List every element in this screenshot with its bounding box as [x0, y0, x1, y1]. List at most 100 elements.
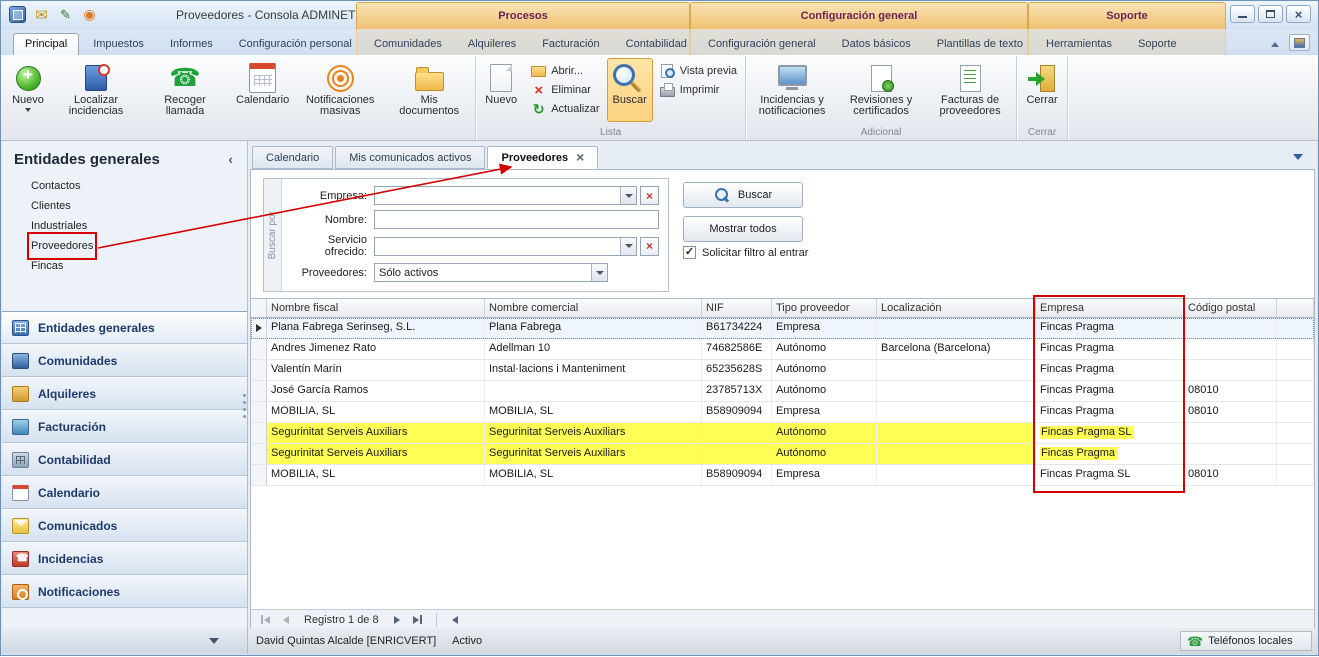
ribbon-tab-impuestos[interactable]: Impuestos — [81, 33, 156, 55]
restore-button[interactable] — [1258, 5, 1283, 23]
nuevo-button[interactable]: Nuevo — [478, 58, 524, 122]
nuevo-button[interactable]: Nuevo — [5, 58, 51, 122]
help-button[interactable] — [1289, 34, 1310, 51]
table-row[interactable]: Segurinitat Serveis AuxiliarsSegurinitat… — [251, 444, 1314, 465]
facturas-de-proveedores-button[interactable]: Facturas de proveedores — [926, 58, 1014, 122]
sidebar-nav-facturacion[interactable]: Facturación — [2, 410, 247, 443]
checkbox-icon[interactable] — [683, 246, 696, 259]
ribbon-tab-herramientas[interactable]: Herramientas — [1034, 33, 1124, 55]
calendario-button[interactable]: Calendario — [230, 58, 295, 122]
sidebar-item-clientes[interactable]: Clientes — [31, 196, 71, 216]
sidebar-nav-entidades-generales[interactable]: Entidades generales — [2, 311, 247, 344]
sidebar-item-contactos[interactable]: Contactos — [31, 176, 81, 196]
incidencias-y-notificaciones-button[interactable]: Incidencias y notificaciones — [748, 58, 836, 122]
column-header-nombre-fiscal[interactable]: Nombre fiscal — [267, 299, 485, 318]
sidebar-nav-alquileres[interactable]: Alquileres — [2, 377, 247, 410]
sidebar-nav-notificaciones[interactable]: Notificaciones — [2, 575, 247, 608]
ribbon-tab-configuracion-personal[interactable]: Configuración personal — [227, 33, 364, 55]
cerrar-button[interactable]: Cerrar — [1019, 58, 1065, 122]
vista-previa-button[interactable]: Vista previa — [657, 63, 740, 79]
abrir-button[interactable]: Abrir... — [528, 63, 602, 79]
minimize-icon — [1238, 16, 1247, 18]
ribbon-tab-comunidades[interactable]: Comunidades — [362, 33, 454, 55]
table-row[interactable]: Valentín MarínInstal·lacions i Mantenime… — [251, 360, 1314, 381]
ribbon-tab-alquileres[interactable]: Alquileres — [456, 33, 528, 55]
servicio-ofrecido-combo[interactable] — [374, 237, 637, 256]
revisiones-y-certificados-button[interactable]: Revisiones y certificados — [837, 58, 925, 122]
previous-record-button[interactable] — [277, 612, 295, 627]
ribbon-tab-facturacion[interactable]: Facturación — [530, 33, 611, 55]
cell: Autónomo — [772, 444, 877, 464]
chevron-down-icon[interactable] — [209, 638, 219, 644]
localizar-incidencias-button[interactable]: Localizar incidencias — [52, 58, 140, 122]
row-indicator-header — [251, 299, 267, 318]
sidebar-collapse-icon[interactable]: ‹ — [228, 151, 233, 167]
column-header-nif[interactable]: NIF — [702, 299, 772, 318]
document-tab-mis-comunicados-activos[interactable]: Mis comunicados activos — [335, 146, 485, 169]
app-logo-icon[interactable] — [9, 6, 26, 23]
sidebar-nav-comunicados[interactable]: Comunicados — [2, 509, 247, 542]
next-record-button[interactable] — [388, 612, 406, 627]
row-indicator — [251, 444, 267, 464]
sidebar-item-proveedores[interactable]: Proveedores — [31, 236, 93, 256]
telefonos-locales-panel[interactable]: ☎ Teléfonos locales — [1180, 631, 1312, 651]
last-record-button[interactable] — [409, 612, 427, 627]
column-header-empresa[interactable]: Empresa — [1036, 299, 1184, 318]
table-row[interactable]: MOBILIA, SLMOBILIA, SLB58909094EmpresaFi… — [251, 402, 1314, 423]
mostrar-todos-button[interactable]: Mostrar todos — [683, 216, 803, 242]
eliminar-button[interactable]: Eliminar — [528, 82, 602, 98]
clear-field-icon[interactable]: × — [640, 237, 659, 256]
ribbon-tab-principal[interactable]: Principal — [13, 33, 79, 55]
broadcast-icon[interactable]: ◉ — [81, 6, 98, 23]
table-row[interactable]: José García Ramos23785713XAutónomoFincas… — [251, 381, 1314, 402]
buscar-button[interactable]: Buscar — [683, 182, 803, 208]
document-tab-proveedores[interactable]: Proveedores — [487, 146, 598, 169]
sidebar-nav-calendario[interactable]: Calendario — [2, 476, 247, 509]
splitter-handle[interactable] — [243, 394, 246, 418]
ribbon-tab-datos-basicos[interactable]: Datos básicos — [830, 33, 923, 55]
button-label: Facturas de proveedores — [932, 95, 1008, 117]
buscar-button[interactable]: Buscar — [607, 58, 653, 122]
column-header-nombre-comercial[interactable]: Nombre comercial — [485, 299, 702, 318]
column-header-tipo-proveedor[interactable]: Tipo proveedor — [772, 299, 877, 318]
imprimir-button[interactable]: Imprimir — [657, 82, 740, 98]
table-row[interactable]: Plana Fabrega Serinseg, S.L.Plana Fabreg… — [251, 318, 1314, 339]
notificaciones-masivas-button[interactable]: Notificaciones masivas — [296, 58, 384, 122]
document-tab-calendario[interactable]: Calendario — [252, 146, 333, 169]
mail-icon[interactable]: ✉ — [33, 6, 50, 23]
empresa-combo[interactable] — [374, 186, 637, 205]
ribbon-tab-row: PrincipalImpuestosInformesConfiguración … — [1, 29, 1318, 55]
ribbon-tab-configuracion-general[interactable]: Configuración general — [696, 33, 828, 55]
column-header-codigo-postal[interactable]: Código postal — [1184, 299, 1277, 318]
actualizar-button[interactable]: Actualizar — [528, 101, 602, 117]
close-tab-icon[interactable] — [576, 150, 584, 165]
ribbon-tab-informes[interactable]: Informes — [158, 33, 225, 55]
first-record-button[interactable] — [256, 612, 274, 627]
ribbon-tab-plantillas-de-texto[interactable]: Plantillas de texto — [925, 33, 1035, 55]
chevron-down-icon[interactable] — [620, 238, 636, 255]
nombre-input[interactable] — [374, 210, 659, 229]
recoger-llamada-button[interactable]: Recoger llamada — [141, 58, 229, 122]
table-row[interactable]: Segurinitat Serveis AuxiliarsSegurinitat… — [251, 423, 1314, 444]
sidebar-nav-incidencias[interactable]: Incidencias — [2, 542, 247, 575]
table-row[interactable]: MOBILIA, SLMOBILIA, SLB58909094EmpresaFi… — [251, 465, 1314, 486]
close-button[interactable]: × — [1286, 5, 1311, 23]
sidebar-item-fincas[interactable]: Fincas — [31, 256, 63, 276]
sidebar-nav-contabilidad[interactable]: Contabilidad — [2, 443, 247, 476]
column-header-localizacion[interactable]: Localización — [877, 299, 1036, 318]
ribbon-tab-soporte[interactable]: Soporte — [1126, 33, 1189, 55]
minimize-button[interactable] — [1230, 5, 1255, 23]
proveedores-combo[interactable]: Sólo activos — [374, 263, 608, 282]
table-row[interactable]: Andres Jimenez RatoAdellman 1074682586EA… — [251, 339, 1314, 360]
chevron-down-icon[interactable] — [591, 264, 607, 281]
collapse-ribbon-icon[interactable] — [1271, 42, 1279, 47]
clear-field-icon[interactable]: × — [640, 186, 659, 205]
ribbon-tab-contabilidad[interactable]: Contabilidad — [614, 33, 699, 55]
chevron-down-icon[interactable] — [620, 187, 636, 204]
tab-list-dropdown-icon[interactable] — [1293, 154, 1303, 160]
edit-note-icon[interactable]: ✎ — [57, 6, 74, 23]
sidebar-nav-comunidades[interactable]: Comunidades — [2, 344, 247, 377]
scroll-left-button[interactable] — [446, 612, 464, 627]
mis-documentos-button[interactable]: Mis documentos — [385, 58, 473, 122]
sidebar-item-industriales[interactable]: Industriales — [31, 216, 87, 236]
